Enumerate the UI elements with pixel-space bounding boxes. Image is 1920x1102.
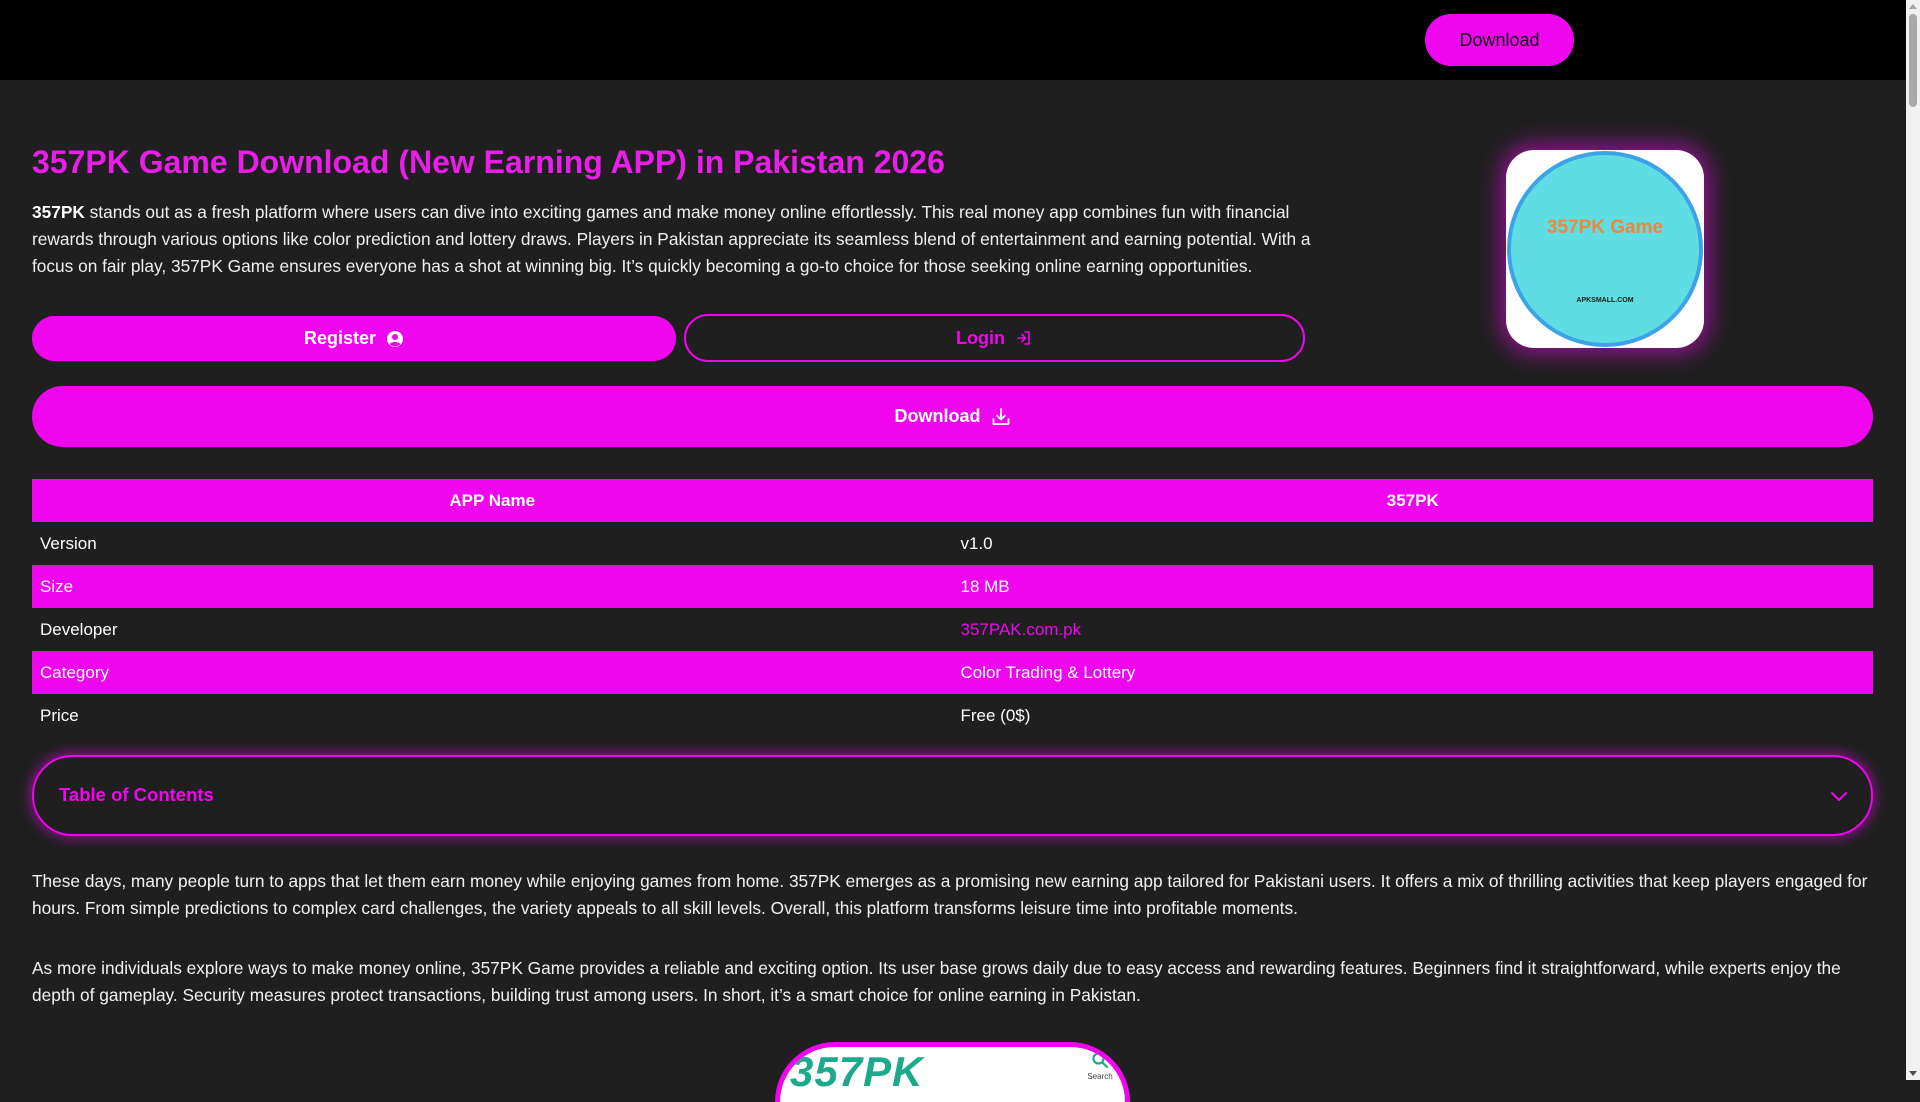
- app-icon: 357PK Game APKSMALL.COM: [1506, 150, 1704, 348]
- intro-paragraph: 357PK stands out as a fresh platform whe…: [32, 199, 1312, 280]
- body-paragraph: These days, many people turn to apps tha…: [32, 871, 1868, 918]
- scrollbar-thumb[interactable]: [1909, 14, 1917, 107]
- app-icon-title: 357PK Game: [1546, 217, 1664, 238]
- header-download-button[interactable]: Download: [1425, 14, 1574, 66]
- table-cell-label: Version: [40, 533, 97, 553]
- intro-bold-text: 357PK: [32, 202, 85, 222]
- page-title: 357PK Game Download (New Earning APP) in…: [32, 144, 945, 180]
- app-info-table: APP Name 357PK Version v1.0 Size 18 MB D…: [32, 479, 1873, 737]
- table-cell-value: 357PAK.com.pk: [953, 608, 1874, 651]
- user-circle-icon: [387, 330, 404, 347]
- table-cell-value: 18 MB: [952, 565, 1873, 608]
- screenshot-search: Search: [1085, 1051, 1115, 1081]
- scroll-up-arrow-icon[interactable]: [1909, 4, 1917, 9]
- table-row: Version v1.0: [32, 522, 1873, 565]
- intro-text: stands out as a fresh platform where use…: [32, 202, 1311, 276]
- table-cell-value: Free (0$): [960, 705, 1031, 725]
- table-cell-label: Developer: [40, 619, 118, 639]
- table-row: Price Free (0$): [32, 694, 1873, 737]
- app-icon-subtitle: APKSMALL.COM: [1576, 297, 1634, 304]
- sign-in-icon: [1017, 331, 1030, 345]
- vertical-scrollbar[interactable]: [1906, 0, 1920, 1080]
- table-header-cell: APP Name: [32, 479, 953, 522]
- scroll-down-arrow-icon[interactable]: [1909, 1071, 1917, 1076]
- register-button-label: Register: [303, 328, 377, 348]
- chevron-down-icon: [1831, 792, 1847, 801]
- top-navbar: Download: [0, 0, 1906, 80]
- table-of-contents-toggle[interactable]: Table of Contents: [32, 755, 1873, 836]
- search-icon: [1092, 1052, 1109, 1069]
- app-screenshot-image: 357PK Search: [775, 1042, 1130, 1102]
- register-button[interactable]: Register: [32, 316, 676, 361]
- table-cell-label: Price: [40, 705, 79, 725]
- main-download-button[interactable]: Download: [32, 386, 1873, 447]
- main-content: 357PK Game Download (New Earning APP) in…: [0, 80, 1906, 1102]
- table-cell-label: Size: [32, 565, 953, 608]
- table-cell-value: Color Trading & Lottery: [952, 651, 1873, 694]
- table-header-cell: 357PK: [952, 479, 1873, 522]
- table-cell-value: v1.0: [960, 533, 993, 553]
- table-row: Size 18 MB: [32, 565, 1873, 608]
- screenshot-logo: 357PK: [790, 1048, 924, 1095]
- login-button[interactable]: Login: [684, 314, 1305, 362]
- developer-link[interactable]: 357PAK.com.pk: [961, 620, 1082, 639]
- main-download-button-label: Download: [894, 406, 981, 426]
- app-icon-circle: 357PK Game APKSMALL.COM: [1507, 151, 1703, 347]
- table-header-row: APP Name 357PK: [32, 479, 1873, 522]
- body-paragraph: As more individuals explore ways to make…: [32, 958, 1841, 1005]
- table-row: Category Color Trading & Lottery: [32, 651, 1873, 694]
- login-button-label: Login: [956, 327, 1005, 348]
- table-cell-label: Category: [32, 651, 953, 694]
- toc-title: Table of Contents: [59, 784, 214, 805]
- table-row: Developer 357PAK.com.pk: [32, 608, 1873, 651]
- download-icon: [992, 407, 1009, 425]
